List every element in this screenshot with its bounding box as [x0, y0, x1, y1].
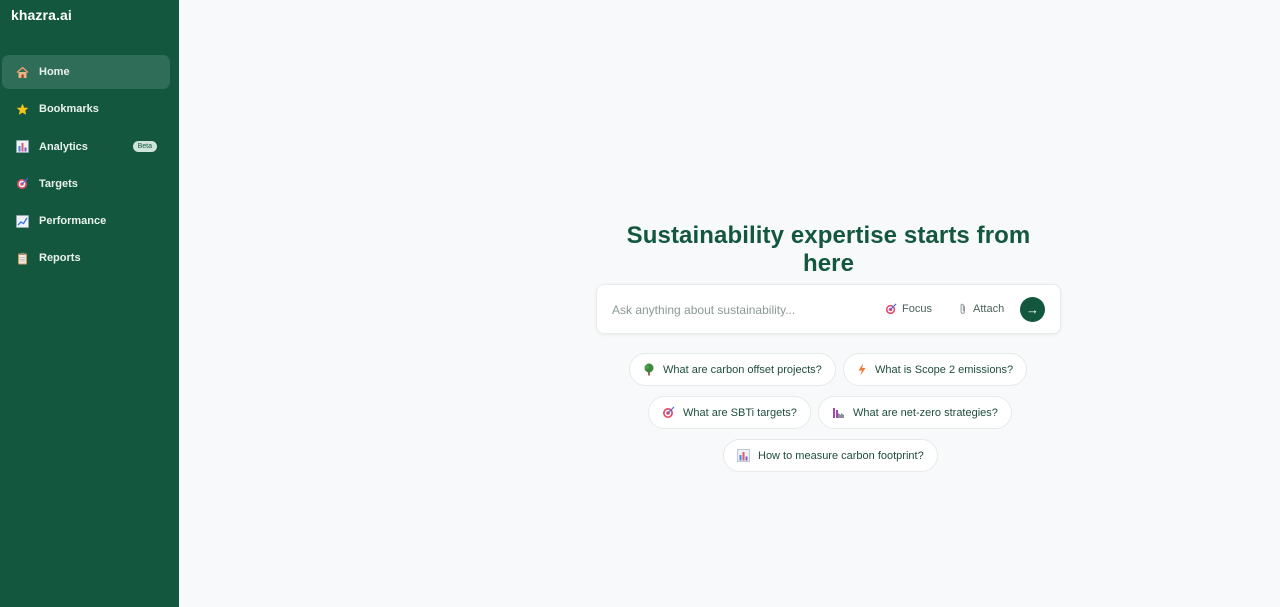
focus-label: Focus — [902, 303, 932, 315]
suggestion-label: What are net-zero strategies? — [853, 406, 998, 419]
attach-label: Attach — [973, 303, 1005, 315]
beta-badge: Beta — [132, 140, 157, 152]
sidebar-item-targets[interactable]: Targets — [2, 167, 170, 201]
suggestion-chip[interactable]: What is Scope 2 emissions? — [843, 353, 1028, 386]
target-icon — [15, 177, 29, 191]
tree-icon — [643, 363, 655, 376]
sidebar-nav: Home Bookmarks Analytics Beta Targets Pe… — [2, 55, 170, 279]
sidebar-item-home[interactable]: Home — [2, 55, 170, 89]
search-box: Focus Attach → — [596, 284, 1061, 334]
suggestion-label: What is Scope 2 emissions? — [875, 363, 1014, 376]
sidebar-item-label: Bookmarks — [39, 103, 99, 116]
bar-chart-icon — [737, 449, 750, 462]
sidebar: khazra.ai Home Bookmarks Analytics Beta … — [0, 0, 179, 607]
bar-chart-icon — [15, 140, 29, 154]
target-icon — [885, 303, 897, 315]
main-content: Sustainability expertise starts from her… — [179, 0, 1280, 607]
sidebar-item-reports[interactable]: Reports — [2, 241, 170, 275]
send-button[interactable]: → — [1020, 297, 1045, 322]
page-headline: Sustainability expertise starts from her… — [626, 222, 1031, 277]
brand-logo[interactable]: khazra.ai — [11, 7, 72, 23]
suggestion-chip[interactable]: What are carbon offset projects? — [629, 353, 836, 386]
sidebar-item-label: Performance — [39, 215, 107, 228]
sidebar-item-bookmarks[interactable]: Bookmarks — [2, 92, 170, 126]
factory-icon — [832, 406, 845, 419]
sidebar-item-label: Targets — [39, 177, 78, 190]
app: khazra.ai Home Bookmarks Analytics Beta … — [0, 0, 1280, 607]
sidebar-item-analytics[interactable]: Analytics Beta — [2, 130, 170, 164]
search-input[interactable] — [612, 300, 872, 320]
paperclip-icon — [958, 303, 968, 315]
suggestion-label: How to measure carbon footprint? — [758, 449, 924, 462]
suggestion-chip[interactable]: What are SBTi targets? — [648, 396, 811, 429]
home-icon — [15, 65, 29, 79]
arrow-right-icon: → — [1026, 302, 1039, 317]
focus-button[interactable]: Focus — [885, 303, 932, 315]
clipboard-icon — [15, 251, 29, 265]
trend-chart-icon — [15, 214, 29, 228]
sidebar-item-label: Reports — [39, 252, 81, 265]
suggestion-chip[interactable]: What are net-zero strategies? — [818, 396, 1012, 429]
sidebar-item-label: Home — [39, 66, 70, 78]
suggestion-chip[interactable]: How to measure carbon footprint? — [723, 439, 938, 472]
target-icon — [662, 406, 675, 419]
sidebar-item-performance[interactable]: Performance — [2, 204, 170, 238]
suggestion-label: What are carbon offset projects? — [663, 363, 822, 376]
star-icon — [15, 102, 29, 116]
attach-button[interactable]: Attach — [958, 303, 1004, 315]
lightning-icon — [857, 363, 867, 376]
sidebar-item-label: Analytics — [39, 140, 88, 153]
suggestion-label: What are SBTi targets? — [683, 406, 797, 419]
